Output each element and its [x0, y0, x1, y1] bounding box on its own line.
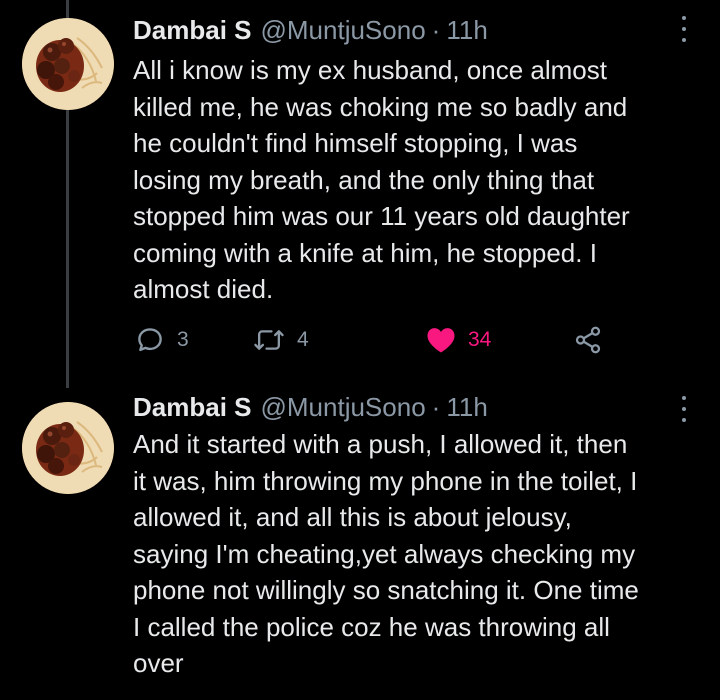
like-button[interactable]: 34	[426, 320, 491, 360]
author-handle[interactable]: @MuntjuSono	[261, 392, 426, 423]
tweet[interactable]: Dambai S @MuntjuSono · 11h And it starte…	[0, 388, 720, 700]
tweet-actions: 3 4 34	[133, 320, 633, 360]
reply-icon	[138, 328, 162, 352]
tweet-text: And it started with a push, I allowed it…	[133, 429, 639, 678]
more-options-icon[interactable]	[676, 16, 692, 42]
tweet-thread: Dambai S @MuntjuSono · 11h All i know is…	[0, 0, 720, 700]
heart-icon	[427, 328, 455, 353]
author-name[interactable]: Dambai S	[133, 392, 252, 423]
retweet-icon	[254, 330, 284, 350]
avatar[interactable]	[22, 18, 114, 110]
tweet-timestamp[interactable]: 11h	[446, 15, 487, 46]
avatar[interactable]	[22, 402, 114, 494]
separator-dot: ·	[431, 391, 441, 422]
tweet-header: Dambai S @MuntjuSono · 11h	[133, 13, 488, 47]
tweet-header: Dambai S @MuntjuSono · 11h	[133, 390, 488, 424]
like-count: 34	[468, 328, 492, 351]
tweet[interactable]: Dambai S @MuntjuSono · 11h All i know is…	[0, 0, 720, 388]
tweet-timestamp[interactable]: 11h	[446, 392, 487, 423]
retweet-button[interactable]: 4	[253, 320, 309, 360]
author-name[interactable]: Dambai S	[133, 15, 252, 46]
author-handle[interactable]: @MuntjuSono	[261, 15, 426, 46]
avatar-food-image	[22, 402, 114, 494]
tweet-text: All i know is my ex husband, once almost…	[133, 55, 630, 304]
share-icon	[575, 326, 601, 354]
avatar-food-image	[22, 18, 114, 110]
more-options-icon[interactable]	[676, 396, 692, 422]
reply-count: 3	[177, 328, 189, 351]
reply-button[interactable]: 3	[135, 320, 189, 360]
share-button[interactable]	[573, 320, 603, 360]
retweet-count: 4	[297, 328, 309, 351]
separator-dot: ·	[431, 14, 441, 45]
